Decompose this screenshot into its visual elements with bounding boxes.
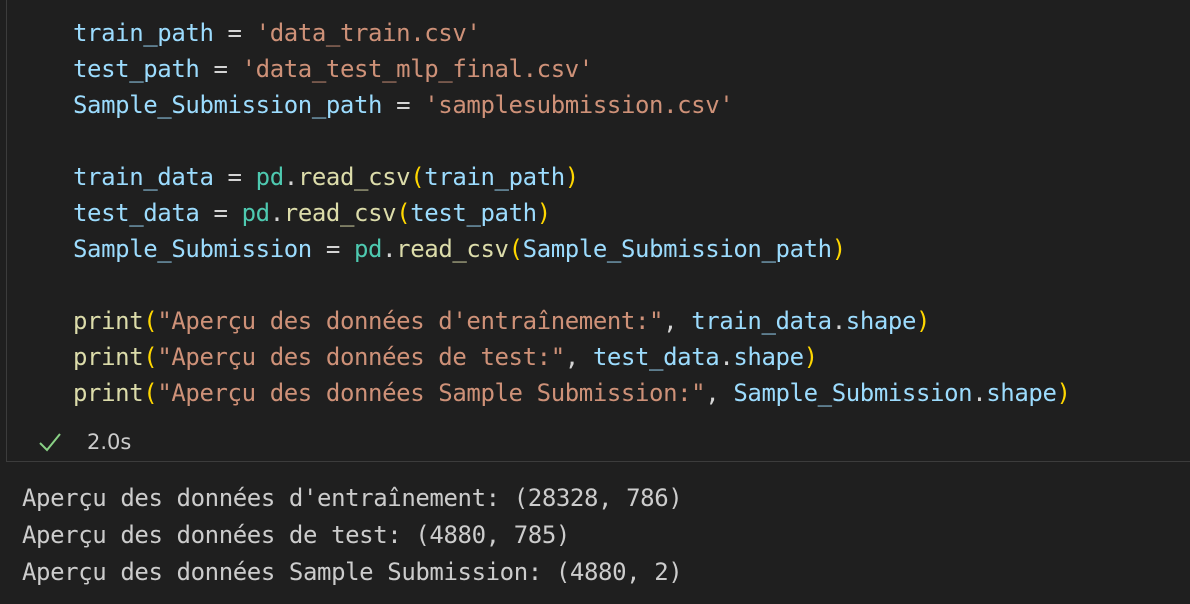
paren: ) (1056, 379, 1071, 407)
string-literal: 'data_train.csv' (255, 19, 481, 47)
code-line[interactable]: Sample_Submission_path = 'samplesubmissi… (73, 87, 734, 123)
string-literal: 'data_test_mlp_final.csv' (241, 55, 594, 83)
code-cell[interactable]: train_path = 'data_train.csv' test_path … (6, 0, 1190, 462)
string-literal: "Aperçu des données de test:" (157, 343, 565, 371)
function-name: print (73, 307, 144, 335)
operator: = (199, 55, 242, 83)
variable: test_path (73, 55, 200, 83)
operator: = (311, 235, 354, 263)
dot: . (831, 307, 846, 335)
variable: train_data (73, 163, 214, 191)
check-icon (39, 433, 61, 452)
paren: ) (831, 235, 846, 263)
argument: train_path (424, 163, 565, 191)
code-line[interactable]: print("Aperçu des données de test:", tes… (73, 339, 818, 375)
comma: , (663, 307, 692, 335)
variable: test_data (73, 199, 200, 227)
function-name: print (73, 343, 144, 371)
cell-output: Aperçu des données d'entraînement: (2832… (22, 480, 683, 591)
notebook-view: train_path = 'data_train.csv' test_path … (0, 0, 1190, 604)
variable: Sample_Submission_path (73, 91, 383, 119)
paren: ( (410, 163, 425, 191)
paren: ( (508, 235, 523, 263)
operator: = (382, 91, 425, 119)
function-name: print (73, 379, 144, 407)
dot: . (382, 235, 397, 263)
code-line[interactable]: print("Aperçu des données d'entraînement… (73, 303, 930, 339)
output-line: Aperçu des données de test: (4880, 785) (22, 521, 570, 549)
variable: train_data (691, 307, 832, 335)
variable: Sample_Submission (733, 379, 973, 407)
paren: ( (143, 307, 158, 335)
function-name: read_csv (297, 163, 411, 191)
attribute: shape (845, 307, 917, 335)
dot: . (719, 343, 734, 371)
operator: = (199, 199, 242, 227)
execution-status: 2.0s (37, 424, 131, 460)
code-line[interactable]: Sample_Submission = pd.read_csv(Sample_S… (73, 231, 846, 267)
variable: Sample_Submission (73, 235, 312, 263)
output-line: Aperçu des données d'entraînement: (2832… (22, 484, 683, 512)
argument: test_path (410, 199, 537, 227)
code-line[interactable]: test_path = 'data_test_mlp_final.csv' (73, 51, 593, 87)
code-line[interactable]: train_data = pd.read_csv(train_path) (73, 159, 579, 195)
paren: ) (564, 163, 579, 191)
paren: ( (396, 199, 411, 227)
module-name: pd (241, 199, 271, 227)
string-literal: 'samplesubmission.csv' (424, 91, 734, 119)
paren: ( (143, 379, 158, 407)
module-name: pd (354, 235, 383, 263)
paren: ) (803, 343, 818, 371)
function-name: read_csv (283, 199, 397, 227)
operator: = (213, 163, 256, 191)
function-name: read_csv (396, 235, 509, 263)
attribute: shape (733, 343, 804, 371)
dot: . (972, 379, 987, 407)
module-name: pd (255, 163, 285, 191)
paren: ) (536, 199, 551, 227)
string-literal: "Aperçu des données Sample Submission:" (157, 379, 706, 407)
code-line[interactable]: test_data = pd.read_csv(test_path) (73, 195, 551, 231)
code-line[interactable]: print("Aperçu des données Sample Submiss… (73, 375, 1071, 411)
comma: , (564, 343, 593, 371)
paren: ) (916, 307, 931, 335)
variable: test_data (592, 343, 720, 371)
execution-time: 2.0s (87, 430, 132, 454)
operator: = (213, 19, 256, 47)
dot: . (269, 199, 284, 227)
argument: Sample_Submission_path (522, 235, 832, 263)
string-literal: "Aperçu des données d'entraînement:" (157, 307, 664, 335)
attribute: shape (986, 379, 1057, 407)
paren: ( (143, 343, 158, 371)
output-line: Aperçu des données Sample Submission: (4… (22, 558, 683, 586)
comma: , (705, 379, 734, 407)
code-line[interactable]: train_path = 'data_train.csv' (73, 15, 481, 51)
dot: . (283, 163, 298, 191)
variable: train_path (73, 19, 214, 47)
